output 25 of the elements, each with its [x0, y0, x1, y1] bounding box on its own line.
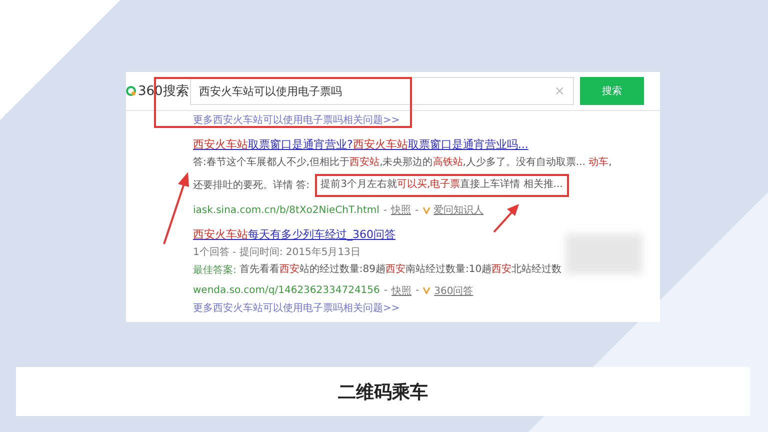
verified-v-icon [423, 287, 430, 294]
result-url: wenda.so.com/q/1462362334724156 [193, 285, 380, 296]
result-snippet: 答:春节这个车展都人不少,但相比于西安站,未央那边的高铁站,人少多了。没有自动取票... 动车, [193, 156, 612, 170]
arrow [493, 204, 519, 233]
verified-v-icon [422, 206, 430, 214]
logo-icon [126, 86, 136, 96]
related-questions-link[interactable]: 更多西安火车站可以使用电子票吗相关问题>> [193, 300, 400, 314]
search-field[interactable]: 西安火车站可以使用电子票吗 × [190, 77, 574, 105]
related-questions-link[interactable]: 更多西安火车站可以使用电子票吗相关问题>> [193, 113, 400, 127]
answer-snippet: 提前3个月左右就可以买,电子票直接上车详情 相关推... [320, 178, 563, 192]
snapshot-link[interactable]: 快照 [392, 284, 412, 298]
separator-text: - [415, 204, 419, 216]
separator-text: - [383, 204, 388, 216]
source-link[interactable]: 360问答 [434, 284, 474, 298]
best-answer-label: 最佳答案: [193, 264, 236, 277]
result-meta: 1个回答 - 提问时间: 2015年5月13日 [193, 246, 362, 259]
source-link[interactable]: 爱问知识人 [434, 203, 484, 217]
snapshot-link[interactable]: 快照 [391, 203, 412, 217]
caption-text: 二维码乘车 [338, 380, 428, 404]
result-snippet: 首先看看西安站的经过数量:89趟西安南站经过数量:10趟西安北站经过数 [239, 262, 562, 277]
separator-text: - [384, 285, 388, 296]
result-snippet: 还要排吐的要死。详情 答: [193, 178, 310, 192]
search-button[interactable]: 搜索 [580, 77, 644, 105]
separator-text: - [416, 285, 420, 296]
result-url: iask.sina.com.cn/b/8tXo2NieChT.html [193, 204, 380, 216]
